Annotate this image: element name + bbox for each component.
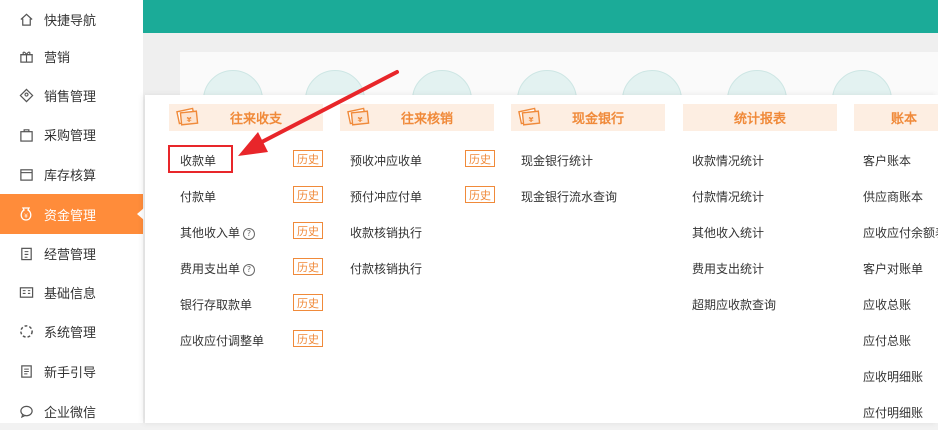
svg-text:¥: ¥ [24,213,28,220]
sidebar-item-wecom[interactable]: 企业微信 [0,392,143,430]
svg-text:¥: ¥ [529,116,534,124]
link-other-income[interactable]: 其他收入单? [180,224,256,241]
sidebar-item-label: 基础信息 [44,286,97,302]
column-title: 往来收支 [229,112,282,127]
link-cash-bank-journal[interactable]: 现金银行流水查询 [521,188,617,205]
column-title: 账本 [890,112,917,127]
link-ap-detail-ledger[interactable]: 应付明细账 [863,404,923,421]
link-overdue-receivables[interactable]: 超期应收款查询 [692,296,776,313]
svg-text:¥: ¥ [187,116,192,124]
sidebar-item-label: 库存核算 [44,168,97,184]
link-ar-general-ledger[interactable]: 应收总账 [863,296,911,313]
document-icon [18,363,34,379]
sidebar-item-label: 快捷导航 [44,13,97,29]
history-button[interactable]: 历史 [293,186,323,203]
home-icon [18,11,34,27]
highlight-box [168,145,233,173]
sidebar-item-guide[interactable]: 新手引导 [0,352,143,390]
sidebar-item-label: 系统管理 [44,325,97,341]
box-icon [18,166,34,182]
history-button[interactable]: 历史 [293,330,323,347]
link-prereceipt-offset[interactable]: 预收冲应收单 [350,152,422,169]
link-supplier-ledger[interactable]: 供应商账本 [863,188,923,205]
sidebar-item-funds[interactable]: ¥ 资金管理 [0,194,144,234]
bag-icon [18,126,34,142]
sidebar-item-system[interactable]: 系统管理 [0,312,143,350]
link-payment-stats[interactable]: 付款情况统计 [692,188,764,205]
column-title: 往来核销 [400,112,453,127]
sidebar-item-operations[interactable]: 经营管理 [0,234,143,272]
column-header-receipts-payments: ¥ 往来收支 [169,104,323,131]
money-stack-icon: ¥ [175,102,199,130]
sidebar-item-label: 企业微信 [44,405,97,421]
link-bank-deposit[interactable]: 银行存取款单 [180,296,252,313]
help-icon[interactable]: ? [243,227,256,240]
tag-icon [18,87,34,103]
sidebar-item-base-info[interactable]: 基础信息 [0,273,143,311]
history-button[interactable]: 历史 [293,150,323,167]
clipboard-icon [18,245,34,261]
top-header-bar [143,0,938,33]
history-button[interactable]: 历史 [293,294,323,311]
link-label[interactable]: 费用支出单 [180,262,240,276]
sidebar-item-quick-nav[interactable]: 快捷导航 [0,0,143,38]
chat-icon [18,403,34,419]
link-payment[interactable]: 付款单 [180,188,216,205]
history-button[interactable]: 历史 [465,186,495,203]
link-expense-stats[interactable]: 费用支出统计 [692,260,764,277]
link-ar-ap-balance[interactable]: 应收应付余额表 [863,224,938,241]
column-header-cash-bank: ¥ 现金银行 [511,104,665,131]
sidebar-item-sales[interactable]: 销售管理 [0,76,143,114]
history-button[interactable]: 历史 [465,150,495,167]
history-button[interactable]: 历史 [293,258,323,275]
sidebar-item-label: 经营管理 [44,247,97,263]
sidebar-item-label: 营销 [44,50,71,66]
link-receipt-stats[interactable]: 收款情况统计 [692,152,764,169]
column-title: 统计报表 [733,112,786,127]
funds-menu-panel [145,95,938,423]
help-icon[interactable]: ? [243,263,256,276]
link-customer-statement[interactable]: 客户对账单 [863,260,923,277]
sidebar-item-inventory[interactable]: 库存核算 [0,155,143,193]
money-stack-icon: ¥ [346,102,370,130]
link-label[interactable]: 其他收入单 [180,226,240,240]
gift-icon [18,48,34,64]
column-header-ledger: 账本 [854,104,938,131]
column-header-writeoff: ¥ 往来核销 [340,104,494,131]
sidebar-item-marketing[interactable]: 营销 [0,37,143,75]
link-expense[interactable]: 费用支出单? [180,260,256,277]
link-ap-general-ledger[interactable]: 应付总账 [863,332,911,349]
link-payment-writeoff[interactable]: 付款核销执行 [350,260,422,277]
link-other-income-stats[interactable]: 其他收入统计 [692,224,764,241]
sidebar-item-label: 资金管理 [44,208,97,224]
link-customer-ledger[interactable]: 客户账本 [863,152,911,169]
money-stack-icon: ¥ [517,102,541,130]
sidebar: 快捷导航 营销 销售管理 采购管理 库存核算 ¥ 资金管理 经营管理 基础信息 … [0,0,144,423]
link-prepay-offset[interactable]: 预付冲应付单 [350,188,422,205]
loading-icon [18,323,34,339]
sidebar-item-purchase[interactable]: 采购管理 [0,115,143,153]
link-cash-bank-stats[interactable]: 现金银行统计 [521,152,593,169]
id-card-icon [18,284,34,300]
link-ar-detail-ledger[interactable]: 应收明细账 [863,368,923,385]
svg-text:¥: ¥ [358,116,363,124]
link-ar-ap-adjust[interactable]: 应收应付调整单 [180,332,264,349]
money-icon: ¥ [18,206,34,222]
column-header-reports: 统计报表 [683,104,837,131]
sidebar-item-label: 销售管理 [44,89,97,105]
column-title: 现金银行 [571,112,624,127]
link-receipt-writeoff[interactable]: 收款核销执行 [350,224,422,241]
sidebar-item-label: 新手引导 [44,365,97,381]
history-button[interactable]: 历史 [293,222,323,239]
sidebar-item-label: 采购管理 [44,128,97,144]
